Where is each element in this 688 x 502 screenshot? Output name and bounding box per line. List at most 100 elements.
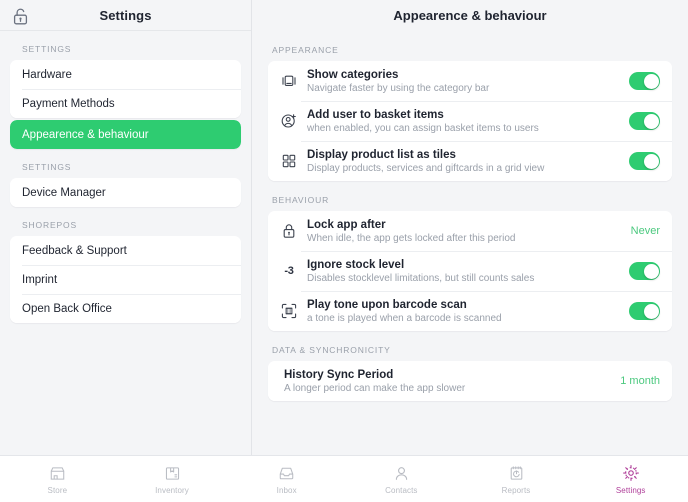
pref-subtitle: Navigate faster by using the category ba…	[307, 82, 629, 95]
minus-three-glyph-icon: -3	[277, 265, 301, 277]
pref-text: Show categories Navigate faster by using…	[301, 68, 629, 95]
sidebar-title: Settings	[99, 8, 151, 23]
sidebar-group-label: SETTINGS	[10, 31, 241, 60]
pref-subtitle: a tone is played when a barcode is scann…	[307, 312, 629, 325]
pref-subtitle: A longer period can make the app slower	[284, 382, 612, 395]
pref-row-lock-app-after[interactable]: Lock app after When idle, the app gets l…	[268, 211, 672, 251]
sidebar: Settings SETTINGS Hardware Payment Metho…	[0, 0, 252, 455]
toggle-ignore-stock-level[interactable]	[629, 262, 660, 280]
pref-text: Display product list as tiles Display pr…	[301, 148, 629, 175]
toggle-knob	[644, 74, 659, 89]
pref-row-ignore-stock-level[interactable]: -3 Ignore stock level Disables stockleve…	[268, 251, 672, 291]
category-bar-icon	[277, 74, 301, 88]
tab-inbox[interactable]: Inbox	[229, 456, 344, 502]
toggle-knob	[644, 114, 659, 129]
pref-text: History Sync Period A longer period can …	[284, 368, 612, 395]
tab-reports[interactable]: Reports	[459, 456, 574, 502]
unlock-icon[interactable]	[10, 6, 30, 26]
page-title: Appearence & behaviour	[393, 8, 546, 23]
sidebar-item-feedback-support[interactable]: Feedback & Support	[10, 236, 241, 265]
tab-label: Inventory	[155, 486, 189, 495]
tab-label: Contacts	[385, 486, 417, 495]
settings-app: Settings SETTINGS Hardware Payment Metho…	[0, 0, 688, 502]
section-label-data-synchronicity: DATA & SYNCHRONICITY	[268, 331, 672, 361]
tab-label: Settings	[616, 486, 646, 495]
sidebar-item-appearence-behaviour[interactable]: Appearence & behaviour	[10, 120, 241, 149]
toggle-display-product-list-as-tiles[interactable]	[629, 152, 660, 170]
toggle-play-tone-upon-barcode-scan[interactable]	[629, 302, 660, 320]
pref-row-display-product-list-as-tiles[interactable]: Display product list as tiles Display pr…	[268, 141, 672, 181]
section-card-behaviour: Lock app after When idle, the app gets l…	[268, 211, 672, 331]
lock-icon	[277, 223, 301, 239]
pref-row-add-user-to-basket-items[interactable]: Add user to basket items when enabled, y…	[268, 101, 672, 141]
sidebar-item-label: Device Manager	[22, 187, 106, 199]
main-pane: Appearence & behaviour APPEARANCE	[252, 0, 688, 455]
sidebar-item-device-manager[interactable]: Device Manager	[10, 178, 241, 207]
pref-row-show-categories[interactable]: Show categories Navigate faster by using…	[268, 61, 672, 101]
reports-icon	[508, 463, 525, 483]
sidebar-group-label: SHOREPOS	[10, 207, 241, 236]
value-history-sync-period[interactable]: 1 month	[612, 375, 660, 387]
pref-subtitle: Display products, services and giftcards…	[307, 162, 629, 175]
pref-title: Add user to basket items	[307, 108, 629, 122]
pref-title: Display product list as tiles	[307, 148, 629, 162]
sidebar-group-label: SETTINGS	[10, 149, 241, 178]
gear-icon	[622, 463, 640, 483]
pref-title: Ignore stock level	[307, 258, 629, 272]
section-label-behaviour: BEHAVIOUR	[268, 181, 672, 211]
tab-store[interactable]: Store	[0, 456, 115, 502]
inbox-icon	[278, 463, 295, 483]
sidebar-item-hardware[interactable]: Hardware	[10, 60, 241, 89]
sidebar-item-label: Open Back Office	[22, 303, 112, 315]
sidebar-group-card: Feedback & Support Imprint Open Back Off…	[10, 236, 241, 323]
pref-text: Ignore stock level Disables stocklevel l…	[301, 258, 629, 285]
pref-row-play-tone-upon-barcode-scan[interactable]: Play tone upon barcode scan a tone is pl…	[268, 291, 672, 331]
bottom-tab-bar: Store Inventory Inbox	[0, 455, 688, 502]
tab-label: Store	[48, 486, 68, 495]
tab-contacts[interactable]: Contacts	[344, 456, 459, 502]
sidebar-item-payment-methods[interactable]: Payment Methods	[10, 89, 241, 118]
sidebar-group-card: Hardware Payment Methods	[10, 60, 241, 118]
pref-row-history-sync-period[interactable]: History Sync Period A longer period can …	[268, 361, 672, 401]
sidebar-group-card: Device Manager	[10, 178, 241, 207]
sidebar-scroll[interactable]: SETTINGS Hardware Payment Methods Appear…	[0, 31, 251, 455]
user-plus-icon	[277, 113, 301, 129]
pref-subtitle: when enabled, you can assign basket item…	[307, 122, 629, 135]
person-icon	[393, 463, 410, 483]
section-label-appearance: APPEARANCE	[268, 31, 672, 61]
barcode-scan-icon	[277, 303, 301, 319]
sidebar-item-open-back-office[interactable]: Open Back Office	[10, 294, 241, 323]
pref-title: History Sync Period	[284, 368, 612, 382]
toggle-add-user-to-basket-items[interactable]	[629, 112, 660, 130]
pref-subtitle: When idle, the app gets locked after thi…	[307, 232, 623, 245]
value-lock-app-after[interactable]: Never	[623, 225, 660, 237]
tab-inventory[interactable]: Inventory	[115, 456, 230, 502]
toggle-knob	[644, 304, 659, 319]
main-scroll[interactable]: APPEARANCE Show categories Navi	[252, 31, 688, 455]
pref-text: Play tone upon barcode scan a tone is pl…	[301, 298, 629, 325]
sidebar-item-label: Payment Methods	[22, 98, 115, 110]
tab-label: Inbox	[277, 486, 297, 495]
sidebar-selected-card: Appearence & behaviour	[10, 120, 241, 149]
sidebar-item-label: Imprint	[22, 274, 57, 286]
section-card-data-synchronicity: History Sync Period A longer period can …	[268, 361, 672, 401]
pref-title: Show categories	[307, 68, 629, 82]
sidebar-item-label: Feedback & Support	[22, 245, 127, 257]
pref-title: Play tone upon barcode scan	[307, 298, 629, 312]
toggle-knob	[644, 154, 659, 169]
sidebar-header: Settings	[0, 0, 251, 31]
sidebar-item-imprint[interactable]: Imprint	[10, 265, 241, 294]
pref-text: Lock app after When idle, the app gets l…	[301, 218, 623, 245]
sidebar-item-label: Hardware	[22, 69, 72, 81]
panes: Settings SETTINGS Hardware Payment Metho…	[0, 0, 688, 455]
grid-tiles-icon	[277, 154, 301, 168]
pref-subtitle: Disables stocklevel limitations, but sti…	[307, 272, 629, 285]
section-card-appearance: Show categories Navigate faster by using…	[268, 61, 672, 181]
box-icon	[164, 463, 181, 483]
toggle-knob	[644, 264, 659, 279]
tab-label: Reports	[502, 486, 531, 495]
toggle-show-categories[interactable]	[629, 72, 660, 90]
pref-text: Add user to basket items when enabled, y…	[301, 108, 629, 135]
sidebar-item-label: Appearence & behaviour	[22, 129, 149, 141]
tab-settings[interactable]: Settings	[573, 456, 688, 502]
